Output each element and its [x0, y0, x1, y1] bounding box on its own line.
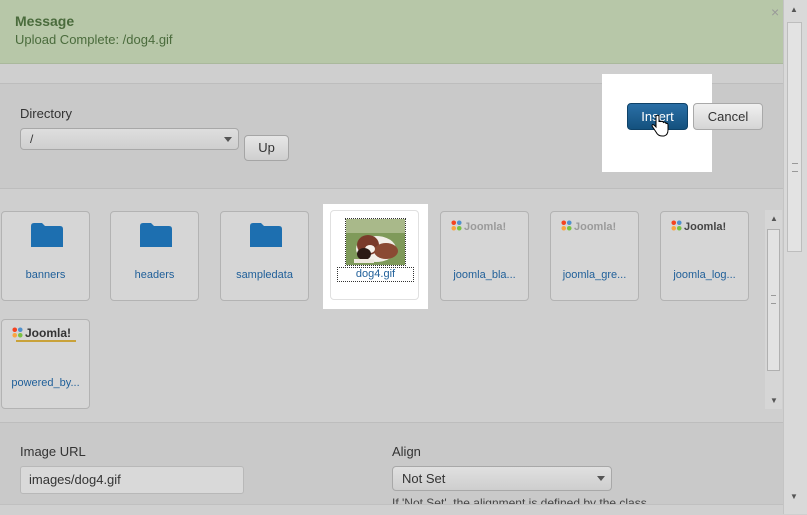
- align-label: Align: [392, 444, 421, 459]
- page-scrollbar[interactable]: ▲ ▼: [783, 0, 807, 514]
- image-options-panel: Image URL images/dog4.gif Align Not Set …: [0, 422, 783, 514]
- image-tile-powered-by[interactable]: Joomla! powered_by...: [1, 319, 90, 409]
- message-bar: Message Upload Complete: /dog4.gif: [0, 0, 783, 64]
- scroll-down-icon[interactable]: ▼: [790, 492, 798, 501]
- directory-label: Directory: [20, 106, 73, 121]
- align-select-value: Not Set: [402, 471, 446, 486]
- image-url-label: Image URL: [20, 444, 86, 459]
- folder-icon: [250, 223, 282, 247]
- folder-tile-headers[interactable]: headers: [110, 211, 199, 301]
- grip-icon: [771, 295, 776, 304]
- joomla-logo-icon: Joomla!: [12, 326, 82, 340]
- tile-label: powered_by...: [11, 377, 80, 389]
- tile-label: banners: [25, 269, 66, 281]
- tile-label: headers: [134, 269, 175, 281]
- tile-label: sampledata: [236, 269, 293, 281]
- hand-pointer-icon: [651, 114, 669, 137]
- image-url-input[interactable]: images/dog4.gif: [20, 466, 244, 494]
- tile-label: dog4.gif: [337, 267, 414, 282]
- grip-icon: [792, 163, 798, 172]
- message-title: Message: [15, 13, 75, 29]
- page-scrollbar-thumb[interactable]: [787, 22, 802, 252]
- joomla-logo-text: Joomla!: [25, 326, 72, 340]
- tile-label: joomla_gre...: [562, 269, 627, 281]
- scroll-down-icon[interactable]: ▼: [770, 396, 778, 405]
- file-list-scrollbar[interactable]: ▲ ▼: [765, 210, 782, 409]
- chevron-down-icon: [224, 137, 232, 142]
- joomla-logo-icon: Joomla!: [671, 220, 741, 234]
- close-icon[interactable]: ×: [771, 5, 779, 19]
- image-tile-joomla-green[interactable]: Joomla! joomla_gre...: [550, 211, 639, 301]
- joomla-logo-text: Joomla!: [464, 221, 507, 233]
- joomla-logo-text: Joomla!: [574, 221, 617, 233]
- align-select[interactable]: Not Set: [392, 466, 612, 491]
- image-tile-joomla-black[interactable]: Joomla! joomla_bla...: [440, 211, 529, 301]
- directory-select-value: /: [30, 132, 34, 146]
- horizontal-scrollbar[interactable]: [0, 504, 783, 515]
- joomla-logo-icon: Joomla!: [451, 220, 521, 234]
- image-tile-dog4[interactable]: dog4.gif: [330, 210, 419, 300]
- joomla-logo-text: Joomla!: [684, 221, 727, 233]
- folder-icon: [31, 223, 63, 247]
- message-text: Upload Complete: /dog4.gif: [15, 32, 173, 47]
- directory-select[interactable]: /: [20, 128, 239, 150]
- tile-label: joomla_log...: [673, 269, 736, 281]
- folder-tile-sampledata[interactable]: sampledata: [220, 211, 309, 301]
- file-list-scrollbar-thumb[interactable]: [767, 229, 780, 371]
- chevron-down-icon: [597, 476, 605, 481]
- scroll-up-icon[interactable]: ▲: [790, 5, 798, 14]
- scroll-up-icon[interactable]: ▲: [770, 214, 778, 223]
- up-button[interactable]: Up: [244, 135, 289, 161]
- powered-by-strip: [16, 340, 76, 342]
- cancel-button[interactable]: Cancel: [693, 103, 763, 130]
- folder-icon: [140, 223, 172, 247]
- dog-thumbnail: [345, 218, 406, 266]
- image-tile-joomla-logo[interactable]: Joomla! joomla_log...: [660, 211, 749, 301]
- joomla-logo-icon: Joomla!: [561, 220, 631, 234]
- tile-label: joomla_bla...: [453, 269, 516, 281]
- folder-tile-banners[interactable]: banners: [1, 211, 90, 301]
- dog-photo-icon: [346, 219, 405, 265]
